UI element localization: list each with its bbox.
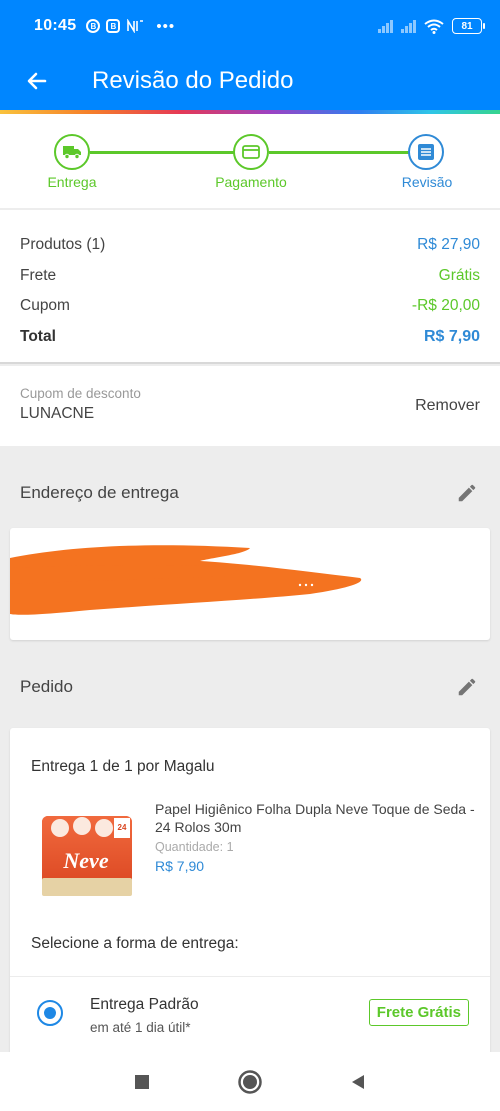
back-button[interactable] [344,1068,372,1096]
step-revisao[interactable] [408,134,444,170]
coupon-section-label: Cupom de desconto [20,386,141,401]
card-icon [242,145,260,159]
system-nav-bar [0,1052,500,1111]
free-shipping-badge: Frete Grátis [368,999,469,1026]
coupon-code: LUNACNE [20,405,95,422]
products-label: Produtos (1) [20,236,106,254]
recents-button[interactable] [128,1068,156,1096]
coupon-label: Cupom [20,297,70,315]
shipping-option-eta: em até 1 dia útil* [90,1020,191,1035]
product-name[interactable]: Papel Higiênico Folha Dupla Neve Toque d… [155,800,475,836]
arrow-left-icon[interactable] [22,66,52,96]
product-price: R$ 7,90 [155,858,205,874]
checkout-stepper: Entrega Pagamento Revisão [0,114,500,208]
order-header: Pedido [20,672,480,702]
shipping-option-radio[interactable] [37,1000,63,1026]
square-icon [135,1074,149,1089]
remove-coupon-button[interactable]: Remover [415,397,480,415]
product-quantity: Quantidade: 1 [155,840,234,854]
status-icons: B B ••• [86,18,175,35]
order-heading: Pedido [20,677,73,696]
status-bar: 10:45 B B ••• 81 [0,0,500,52]
svg-text:24: 24 [118,823,127,832]
edit-order-icon[interactable] [454,674,480,700]
product-image: 24 Neve [40,812,134,900]
step-entrega[interactable] [54,134,90,170]
address-heading: Endereço de entrega [20,483,179,502]
coupon-section: Cupom de desconto LUNACNE Remover [0,366,500,446]
circle-icon [238,1069,262,1094]
summary-row-coupon: Cupom -R$ 20,00 [20,291,480,322]
shipping-value: Grátis [438,266,480,284]
step-label-pagamento: Pagamento [215,174,287,190]
shipping-method-label: Selecione a forma de entrega: [31,935,239,952]
wifi-icon [424,19,444,34]
b-square-icon: B [106,19,121,33]
triangle-back-icon [352,1074,364,1089]
order-card: Entrega 1 de 1 por Magalu 24 Neve Papel … [10,728,490,1058]
home-button[interactable] [236,1068,264,1096]
shipping-option-title[interactable]: Entrega Padrão [90,996,199,1014]
redacted-address [10,545,362,615]
page-title: Revisão do Pedido [92,67,294,94]
status-time: 10:45 [34,17,77,34]
b-circle-icon: B [86,19,101,33]
shipping-label: Frete [20,266,57,284]
step-label-entrega: Entrega [47,174,97,190]
step-connector [269,151,410,154]
nfc-icon [126,19,144,33]
total-value: R$ 7,90 [423,327,480,345]
address-header: Endereço de entrega [20,478,480,508]
total-label: Total [20,327,56,345]
truck-icon [62,144,82,160]
divider [10,976,490,977]
summary-row-shipping: Frete Grátis [20,261,480,292]
list-icon [417,143,435,161]
edit-address-icon[interactable] [454,480,480,506]
summary-row-total: Total R$ 7,90 [20,322,480,353]
signal-icon [378,19,393,33]
more-status-icon: ••• [156,17,176,35]
summary-row-products: Produtos (1) R$ 27,90 [20,230,480,261]
delivery-info: Entrega 1 de 1 por Magalu [31,758,215,775]
coupon-value: -R$ 20,00 [411,297,480,315]
step-pagamento[interactable] [233,134,269,170]
signal-icon [401,19,416,33]
products-value: R$ 27,90 [417,236,480,254]
order-summary: Produtos (1) R$ 27,90 Frete Grátis Cupom… [0,210,500,364]
radio-selected-dot [44,1007,56,1019]
address-card[interactable] [10,528,490,640]
product-logo: Neve [62,848,108,873]
app-bar: Revisão do Pedido [0,52,500,110]
step-label-revisao: Revisão [401,174,453,190]
step-connector [90,151,235,154]
battery-icon: 81 [452,18,485,34]
